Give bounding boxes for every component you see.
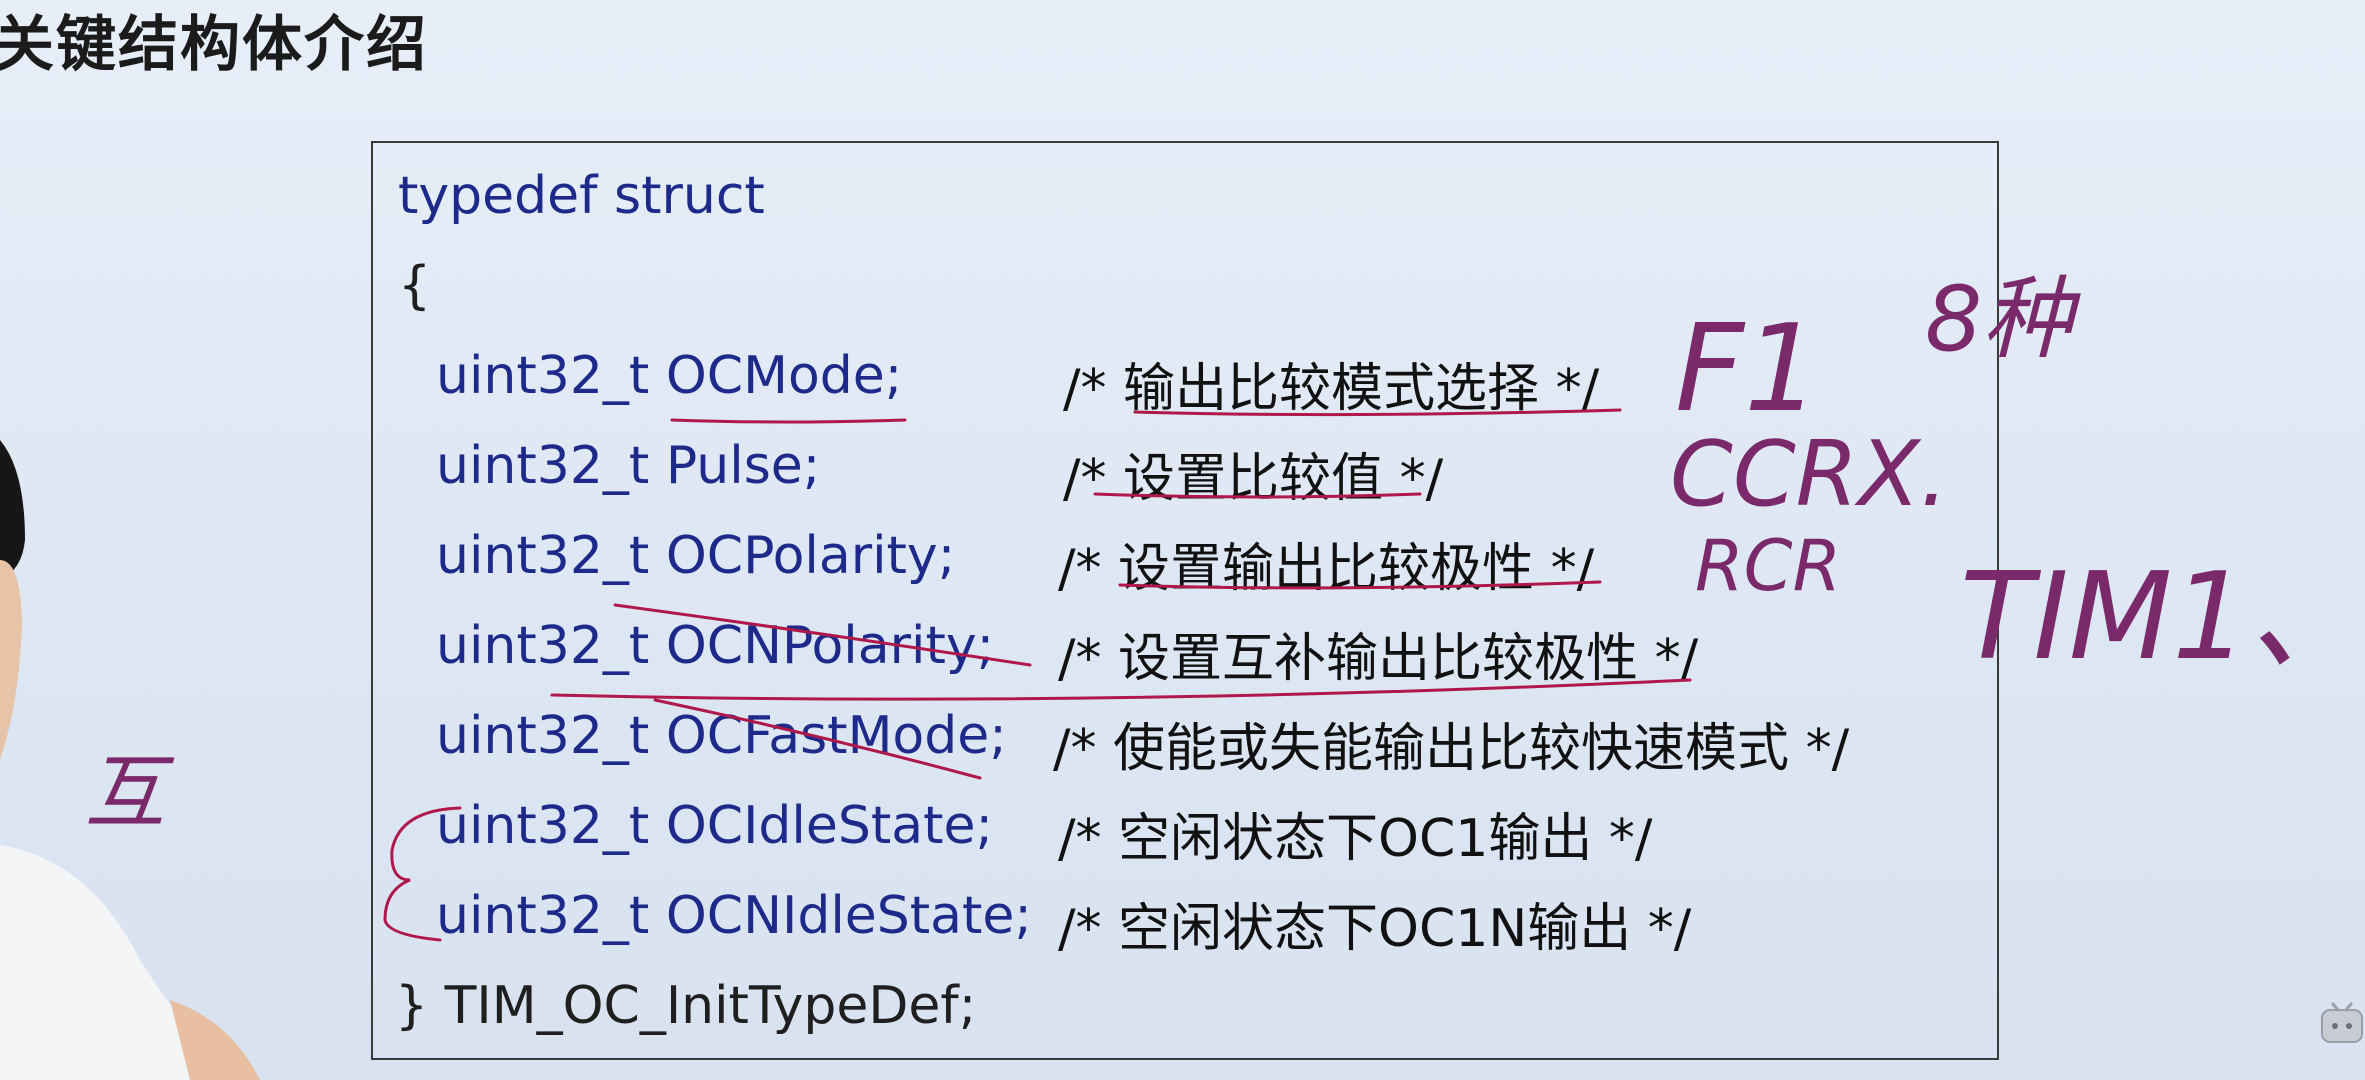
presenter-arm (170, 1000, 260, 1080)
note-hu: 互 (85, 746, 175, 839)
open-brace: { (398, 256, 432, 316)
field-name: OCPolarity; (665, 526, 956, 586)
field-comment: /* 空闲状态下OC1输出 */ (1058, 809, 1653, 869)
field-name: OCMode; (665, 346, 903, 406)
closing-line: } TIM_OC_InitTypeDef; (395, 976, 977, 1036)
field-row: uint32_t OCNIdleState; (436, 886, 1032, 946)
field-type: uint32_t (436, 436, 650, 496)
field-row: uint32_t OCIdleState; (436, 796, 993, 856)
field-name: Pulse; (665, 436, 821, 496)
field-type: uint32_t (436, 346, 650, 406)
field-comment: /* 输出比较模式选择 */ (1063, 359, 1600, 419)
field-name: OCIdleState; (665, 796, 994, 856)
presenter-body (0, 845, 230, 1080)
bilibili-tv-icon (2318, 1000, 2365, 1048)
field-row: uint32_t OCPolarity; (436, 526, 955, 586)
field-comment: /* 空闲状态下OC1N输出 */ (1058, 899, 1692, 959)
field-type: uint32_t (436, 616, 650, 676)
field-row: uint32_t OCMode; (436, 346, 902, 406)
field-name: OCNPolarity; (665, 616, 995, 676)
slide-title: 关键结构体介绍 (0, 10, 428, 80)
field-comment: /* 设置比较值 */ (1063, 449, 1444, 509)
field-row: uint32_t OCFastMode; (436, 706, 1007, 766)
field-type: uint32_t (436, 526, 650, 586)
presenter-hair (0, 440, 25, 580)
typedef-line: typedef struct (398, 166, 765, 226)
field-comment: /* 设置输出比较极性 */ (1058, 539, 1595, 599)
field-comment: /* 设置互补输出比较极性 */ (1058, 629, 1699, 689)
field-type: uint32_t (436, 706, 650, 766)
field-row: uint32_t OCNPolarity; (436, 616, 994, 676)
field-type: uint32_t (436, 796, 650, 856)
field-name: OCFastMode; (665, 706, 1007, 766)
field-row: uint32_t Pulse; (436, 436, 820, 496)
note-tim18: TIM1、8 (1960, 548, 2365, 687)
field-type: uint32_t (436, 886, 650, 946)
presenter-face (0, 560, 22, 760)
field-comment: /* 使能或失能输出比较快速模式 */ (1053, 719, 1850, 779)
field-name: OCNIdleState; (665, 886, 1032, 946)
